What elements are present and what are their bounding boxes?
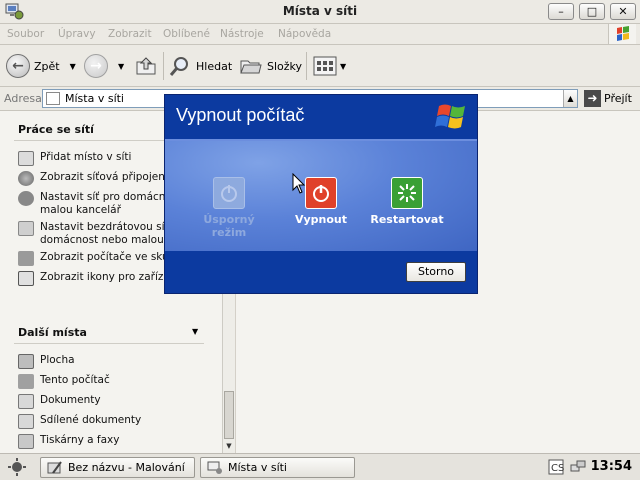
standby-option: Úsporný režim: [187, 177, 271, 239]
title-bar: Místa v síti – □ ✕: [0, 0, 640, 24]
place-label: Plocha: [40, 354, 75, 366]
shutdown-label: Vypnout: [294, 213, 348, 226]
folders-icon: [240, 60, 262, 74]
toolbar: ← Zpět ▼ → ▼ Hledat Složky ▼: [0, 45, 640, 87]
network-tasks-title[interactable]: Práce se sítí: [18, 123, 94, 136]
section-divider: [14, 343, 204, 344]
other-places-title[interactable]: Další místa: [18, 326, 87, 339]
back-button[interactable]: ← Zpět ▼: [6, 52, 76, 80]
standby-icon: [213, 177, 245, 209]
place-my-computer[interactable]: Tento počítač: [18, 374, 218, 389]
printers-folder-icon: [18, 434, 34, 449]
back-dropdown-icon[interactable]: ▼: [70, 62, 76, 71]
folders-label: Složky: [267, 59, 303, 73]
views-dropdown-icon: ▼: [340, 61, 347, 71]
forward-arrow-icon: →: [84, 54, 108, 78]
menu-view[interactable]: Zobrazit: [108, 28, 152, 40]
place-label: Dokumenty: [40, 394, 101, 406]
menu-tools[interactable]: Nástroje: [220, 28, 264, 40]
place-desktop[interactable]: Plocha: [18, 354, 218, 369]
menu-help[interactable]: Nápověda: [278, 28, 331, 40]
workgroup-computers-icon: [18, 251, 34, 266]
search-button[interactable]: Hledat: [168, 52, 232, 80]
place-printers-faxes[interactable]: Tiskárny a faxy: [18, 434, 218, 449]
place-documents[interactable]: Dokumenty: [18, 394, 218, 409]
menu-bar: Soubor Úpravy Zobrazit Oblíbené Nástroje…: [0, 24, 640, 45]
taskbar-clock[interactable]: 13:54: [591, 459, 632, 474]
dialog-options-area: Úsporný režim Vypnout Restartovat: [165, 139, 477, 251]
keyboard-layout-icon[interactable]: CS: [548, 459, 564, 475]
toolbar-separator: [306, 52, 307, 80]
network-devices-icon: [18, 271, 34, 286]
task-label: Zobrazit počítače ve skup: [40, 251, 176, 263]
back-arrow-icon: ←: [6, 54, 30, 78]
up-folder-icon: [136, 57, 156, 75]
start-menu-icon[interactable]: [6, 457, 28, 477]
forward-button[interactable]: → ▼: [84, 52, 124, 80]
taskbar-button-network-places[interactable]: Místa v síti: [200, 457, 355, 478]
restart-icon[interactable]: [391, 177, 423, 209]
cancel-button[interactable]: Storno: [406, 262, 466, 282]
place-shared-documents[interactable]: Sdílené dokumenty: [18, 414, 218, 429]
windows-logo-icon: [608, 24, 636, 44]
network-connections-icon: [18, 171, 34, 186]
mouse-cursor-icon: [292, 173, 306, 194]
desktop-icon: [18, 354, 34, 369]
folders-button[interactable]: Složky: [239, 52, 302, 80]
restart-option[interactable]: Restartovat: [365, 177, 449, 226]
taskbar-button-label: Bez názvu - Malování: [68, 461, 185, 474]
dialog-header: Vypnout počítač: [165, 95, 477, 139]
taskbar-button-label: Místa v síti: [228, 461, 287, 474]
dialog-footer: Storno: [165, 251, 477, 293]
standby-label: Úsporný režim: [203, 213, 255, 239]
network-places-icon: [207, 461, 222, 474]
place-label: Tento počítač: [40, 374, 110, 386]
shutdown-dialog: Vypnout počítač Úsporný režim Vypnout Re…: [164, 94, 478, 294]
scrollbar-thumb[interactable]: [224, 391, 234, 439]
taskbar: Bez názvu - Malování Místa v síti CS 13:…: [0, 453, 640, 480]
forward-dropdown-icon[interactable]: ▼: [118, 62, 124, 71]
close-button[interactable]: ✕: [610, 3, 636, 20]
address-label: Adresa: [4, 92, 42, 105]
wireless-network-icon: [18, 221, 34, 236]
collapse-chevron-icon[interactable]: ▼: [192, 327, 198, 336]
task-label: Přidat místo v síti: [40, 151, 132, 163]
address-value: Místa v síti: [65, 92, 124, 105]
network-tray-icon[interactable]: [570, 459, 586, 475]
go-label: Přejít: [604, 92, 632, 105]
windows-logo-icon: [435, 104, 465, 129]
go-arrow-icon: ➜: [584, 90, 601, 107]
taskbar-button-paint[interactable]: Bez názvu - Malování: [40, 457, 195, 478]
minimize-button[interactable]: –: [548, 3, 574, 20]
menu-favorites[interactable]: Oblíbené: [163, 28, 210, 40]
place-label: Sdílené dokumenty: [40, 414, 142, 426]
home-network-icon: [18, 191, 34, 206]
documents-folder-icon: [18, 394, 34, 409]
search-label: Hledat: [196, 59, 233, 73]
menu-edit[interactable]: Úpravy: [58, 28, 96, 40]
restart-label: Restartovat: [370, 213, 444, 226]
paint-icon: [47, 460, 62, 474]
dialog-title: Vypnout počítač: [176, 105, 305, 125]
toolbar-separator: [163, 52, 164, 80]
window-title: Místa v síti: [282, 4, 358, 18]
up-folder-button[interactable]: [134, 52, 158, 80]
go-button[interactable]: ➜ Přejít: [584, 90, 632, 107]
search-icon: [169, 57, 188, 76]
place-label: Tiskárny a faxy: [40, 434, 120, 446]
network-places-icon: [46, 92, 60, 105]
add-network-place-icon: [18, 151, 34, 166]
scroll-down-icon[interactable]: ▼: [224, 442, 234, 452]
svg-text:CS: CS: [551, 463, 564, 474]
views-button[interactable]: ▼: [313, 52, 346, 80]
my-computer-icon: [18, 374, 34, 389]
shared-folder-icon: [18, 414, 34, 429]
back-label: Zpět: [34, 59, 60, 73]
views-icon: [313, 56, 337, 76]
maximize-button[interactable]: □: [579, 3, 605, 20]
menu-file[interactable]: Soubor: [7, 28, 44, 40]
address-dropdown-icon[interactable]: ▲: [563, 90, 577, 107]
task-label: Zobrazit síťová připojení: [40, 171, 168, 183]
shutdown-icon[interactable]: [305, 177, 337, 209]
